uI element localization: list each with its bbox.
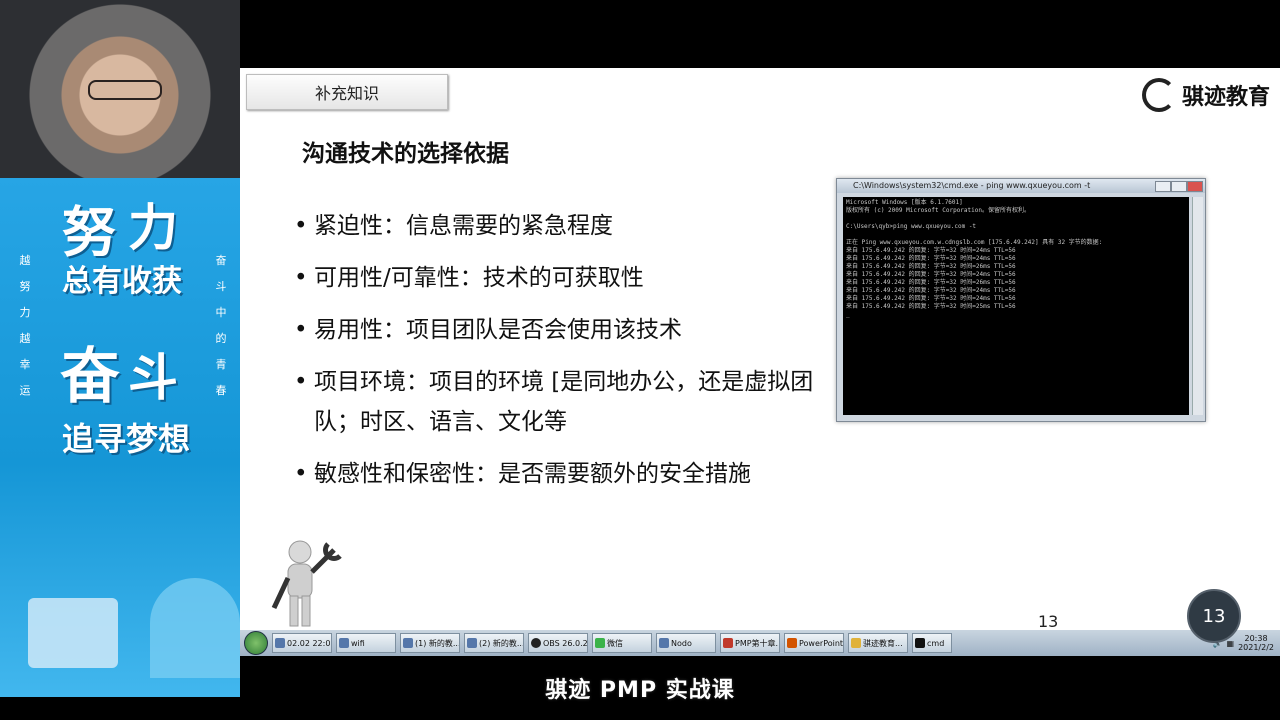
clock[interactable]: 20:38 2021/2/2 [1238,634,1274,652]
slide-number-badge: 13 [1187,589,1241,643]
taskbar: 02.02 22:0... wifi (1) 新的教... (2) 新的教...… [240,630,1280,656]
bullet-item: • 可用性/可靠性：技术的可获取性 [292,258,832,298]
cmd-line: 来自 175.6.49.242 的回复: 字节=32 时间=24ms TTL=5… [846,287,1016,294]
bullet-dot-icon: • [294,265,308,291]
cmd-line [846,231,1186,239]
bullet-dot-icon: • [294,461,308,487]
cmd-line: 来自 175.6.49.242 的回复: 字节=32 时间=26ms TTL=5… [846,279,1016,286]
cmd-line: 来自 175.6.49.242 的回复: 字节=32 时间=24ms TTL=5… [846,271,1016,278]
network-icon[interactable]: ▦ [1227,639,1235,648]
maximize-icon [1171,181,1187,192]
cmd-title: C:\Windows\system32\cmd.exe - ping www.q… [853,181,1091,190]
taskbar-item-browser[interactable]: 02.02 22:0... [272,633,332,653]
wifi-icon [339,638,349,648]
video-caption: 骐迹 PMP 实战课 [0,656,1280,720]
folder-icon [851,638,861,648]
caption-text: 骐迹 PMP 实战课 [545,678,735,703]
poster-char-4: 斗 [128,348,178,407]
close-icon [1187,181,1203,192]
browser-icon [275,638,285,648]
taskbar-item-obs[interactable]: OBS 26.0.2 [528,633,588,653]
logo-icon [1141,78,1176,112]
taskbar-item-folder[interactable]: 骐迹教育... [848,633,908,653]
section-tab: 补充知识 [246,74,448,110]
bullet-item: • 易用性：项目团队是否会使用该技术 [292,310,832,350]
minimize-icon [1155,181,1171,192]
cmd-line: 来自 175.6.49.242 的回复: 字节=32 时间=24ms TTL=5… [846,295,1016,302]
page-number: 13 [1038,612,1059,630]
cmd-output: Microsoft Windows [版本 6.1.7601] 版权所有 (c) … [843,197,1189,415]
motivational-poster: 努 力 总有收获 奋 斗 追寻梦想 越努力越幸运 奋斗中的青春 [0,178,240,697]
bullet-item: • 敏感性和保密性：是否需要额外的安全措施 [292,454,832,494]
brand-logo: 骐迹教育 [1141,78,1270,112]
cmd-line: 来自 175.6.49.242 的回复: 字节=32 时间=24ms TTL=5… [846,247,1016,254]
cmd-line: _ [846,311,850,318]
bullet-dot-icon: • [294,213,308,239]
cmd-line: Microsoft Windows [版本 6.1.7601] [846,199,963,206]
chat-icon [403,638,413,648]
left-panel: 努 力 总有收获 奋 斗 追寻梦想 越努力越幸运 奋斗中的青春 [0,0,240,697]
webcam-person [88,80,162,100]
wechat-icon [595,638,605,648]
taskbar-item-nodo[interactable]: Nodo [656,633,716,653]
taskbar-item-cmd[interactable]: cmd [912,633,952,653]
cmd-line: 来自 175.6.49.242 的回复: 字节=32 时间=25ms TTL=5… [846,303,1016,310]
cmd-line [846,215,1186,223]
poster-vertical-left: 越努力越幸运 [19,254,31,397]
taskbar-item-chat-1[interactable]: (1) 新的教... [400,633,460,653]
bullet-item: • 项目环境：项目的环境 [是同地办公，还是虚拟团队；时区、语言、文化等 [292,362,832,442]
cmd-scrollbar [1192,197,1203,415]
cmd-icon [915,638,925,648]
chat-icon [467,638,477,648]
powerpoint-icon [787,638,797,648]
cmd-line: C:\Users\qyb>ping www.qxueyou.com -t [846,223,977,230]
pdf-icon [723,638,733,648]
cmd-line: 来自 175.6.49.242 的回复: 字节=32 时间=26ms TTL=5… [846,263,1016,270]
cmd-line: 来自 175.6.49.242 的回复: 字节=32 时间=24ms TTL=5… [846,255,1016,262]
wrench-figure-icon [271,540,342,627]
obs-icon [531,638,541,648]
poster-line-1: 总有收获 [62,264,182,299]
logo-text: 骐迹教育 [1181,85,1270,110]
slide-title: 沟通技术的选择依据 [302,141,509,167]
cmd-window-screenshot: C:\Windows\system32\cmd.exe - ping www.q… [836,178,1206,422]
bullet-item: • 紧迫性：信息需要的紧急程度 [292,206,832,246]
poster-char-3: 奋 [60,342,120,412]
webcam-feed [0,0,240,178]
bullet-dot-icon: • [294,369,308,395]
poster-line-2: 追寻梦想 [62,420,191,458]
presentation-slide: 补充知识 骐迹教育 沟通技术的选择依据 • 紧迫性：信息需要的紧急程度 • 可用性/… [240,68,1280,630]
taskbar-item-powerpoint[interactable]: PowerPoint... [784,633,844,653]
poster-vertical-right: 奋斗中的青春 [215,254,227,397]
cmd-line: 正在 Ping www.qxueyou.com.w.cdngslb.com [1… [846,239,1103,246]
taskbar-item-chat-2[interactable]: (2) 新的教... [464,633,524,653]
taskbar-item-wechat[interactable]: 微信 [592,633,652,653]
cmd-titlebar: C:\Windows\system32\cmd.exe - ping www.q… [837,179,1205,193]
start-button[interactable] [244,631,268,655]
taskbar-item-pdf[interactable]: PMP第十章... [720,633,780,653]
cmd-line: 版权所有 (c) 2009 Microsoft Corporation。保留所有… [846,207,1030,214]
poster-char-2: 力 [128,198,178,257]
taskbar-item-wifi[interactable]: wifi [336,633,396,653]
bullet-dot-icon: • [294,317,308,343]
bullet-list: • 紧迫性：信息需要的紧急程度 • 可用性/可靠性：技术的可获取性 • 易用性：项目团… [292,206,832,506]
app-icon [659,638,669,648]
